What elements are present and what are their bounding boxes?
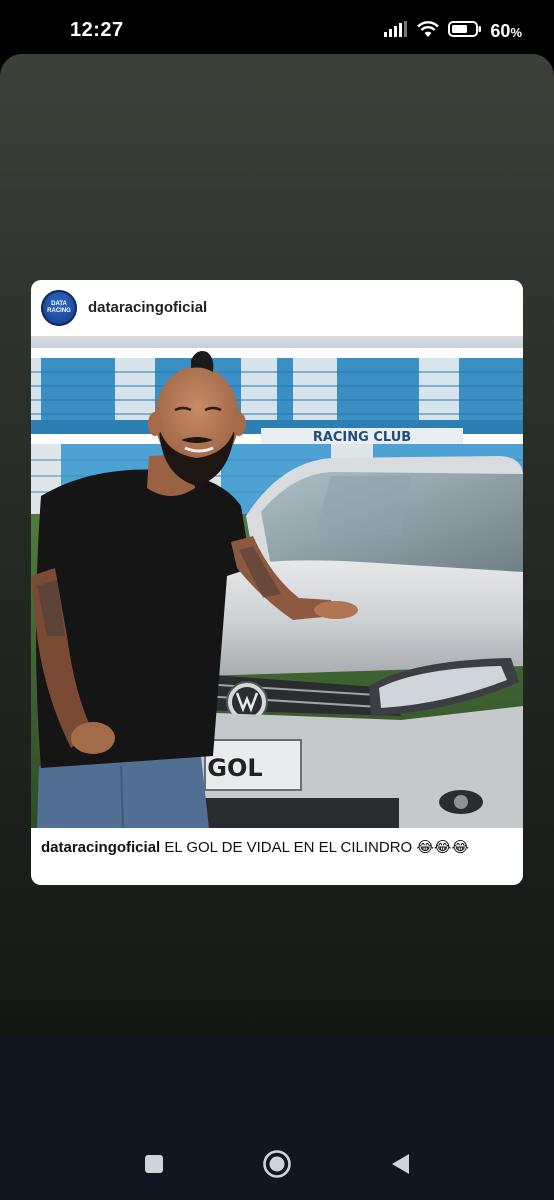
home-circle-icon xyxy=(262,1149,292,1184)
back-button[interactable] xyxy=(384,1150,416,1182)
shared-post-card[interactable]: DATA RACING dataracingoficial RACING CLU… xyxy=(31,280,523,885)
caption-emojis: 😂😂😂 xyxy=(416,839,469,856)
story-panel[interactable]: DATA RACING dataracingoficial RACING CLU… xyxy=(0,54,554,1038)
recents-square-icon xyxy=(144,1154,164,1179)
battery-percent: 60% xyxy=(490,20,522,41)
post-username[interactable]: dataracingoficial xyxy=(88,299,207,316)
post-photo-illustration: RACING CLUB GOL xyxy=(31,336,523,828)
avatar[interactable]: DATA RACING xyxy=(41,290,77,326)
signal-icon xyxy=(384,20,408,42)
status-bar: 12:27 60% xyxy=(0,0,554,56)
status-time: 12:27 xyxy=(70,19,124,41)
post-photo[interactable]: RACING CLUB GOL xyxy=(31,336,523,828)
license-plate-text: GOL xyxy=(207,754,262,782)
caption-text: EL GOL DE VIDAL EN EL CILINDRO xyxy=(164,839,413,856)
caption-username[interactable]: dataracingoficial xyxy=(41,839,160,856)
back-triangle-icon xyxy=(389,1152,411,1181)
recents-button[interactable] xyxy=(138,1150,170,1182)
home-button[interactable] xyxy=(261,1149,293,1184)
post-header[interactable]: DATA RACING dataracingoficial xyxy=(31,280,523,336)
status-icons: 60% xyxy=(384,18,522,44)
stadium-sign: RACING CLUB xyxy=(313,430,411,445)
battery-icon xyxy=(448,20,482,43)
wifi-icon xyxy=(416,20,440,43)
post-caption: dataracingoficial EL GOL DE VIDAL EN EL … xyxy=(41,838,517,856)
navigation-bar xyxy=(0,1038,554,1200)
